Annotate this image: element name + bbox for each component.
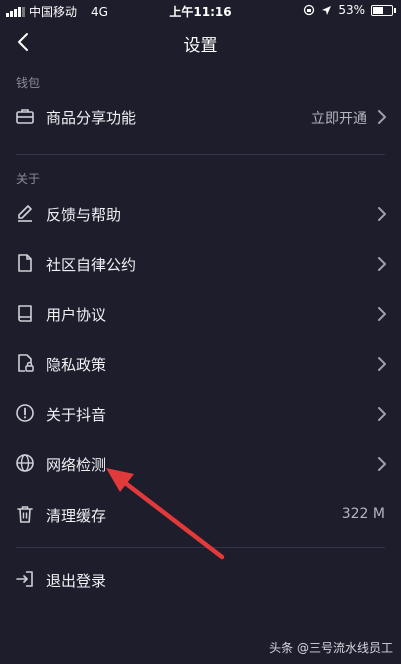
- watermark-text: 头条 @三号流水线员工: [269, 641, 393, 655]
- annotation-arrow: [106, 468, 225, 560]
